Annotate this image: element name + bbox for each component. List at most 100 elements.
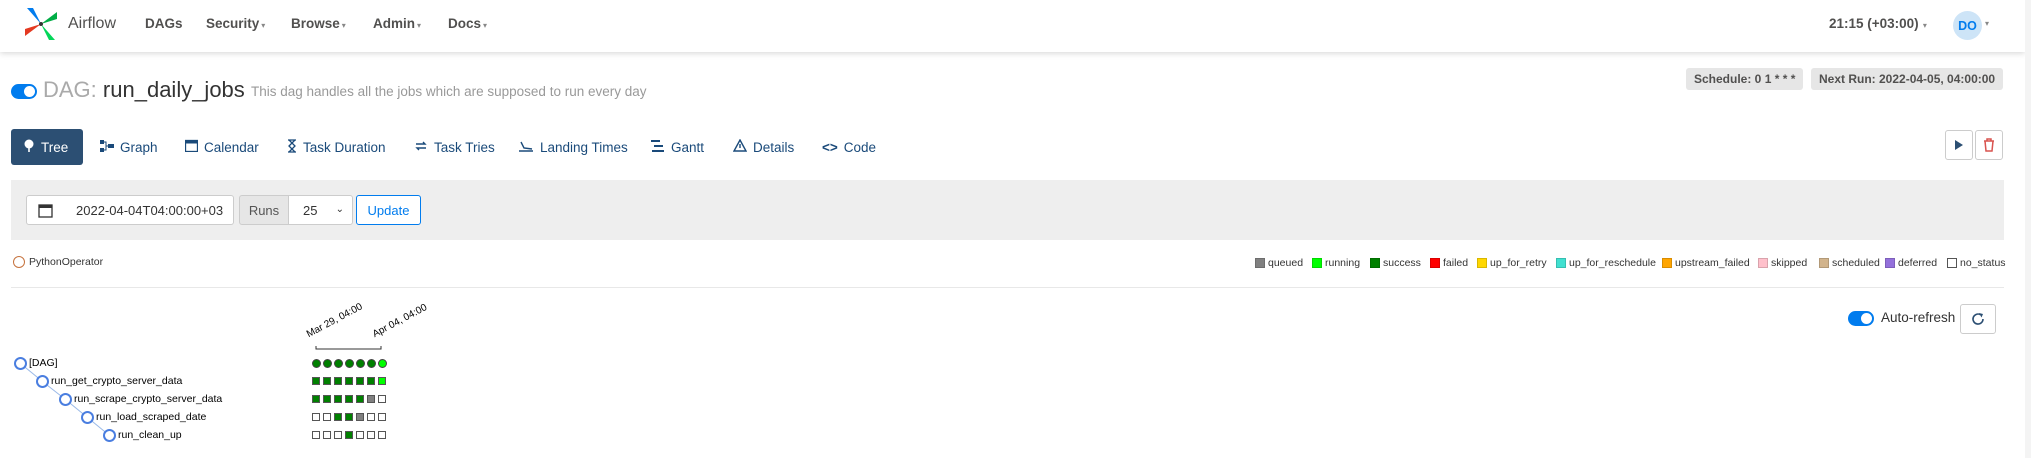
tab-label: Details [753,139,795,155]
page-scrollbar[interactable] [2025,0,2031,458]
task-instance-success[interactable] [334,395,342,403]
legend-item-success[interactable]: success [1370,257,1421,269]
legend-swatch [1430,258,1440,268]
task-instance-no_status[interactable] [378,431,386,439]
toggle-knob [1861,313,1872,324]
task-instance-success[interactable] [345,431,353,439]
refresh-icon [1972,313,1984,325]
task-instance-queued[interactable] [367,395,375,403]
task-instance-no_status[interactable] [367,431,375,439]
tree-node-circle[interactable] [59,393,72,406]
dag-run-circle-success[interactable] [323,359,332,368]
tab-code[interactable]: <> Code [822,129,876,165]
current-time: 21:15 (+03:00) [1829,16,1919,31]
legend-item-up_for_reschedule[interactable]: up_for_reschedule [1556,257,1656,269]
task-instance-success[interactable] [334,413,342,421]
dag-run-circle-success[interactable] [345,359,354,368]
task-instance-no_status[interactable] [367,413,375,421]
legend-item-no_status[interactable]: no_status [1947,257,2006,269]
user-avatar[interactable]: DO [1953,11,1982,40]
task-instance-no_status[interactable] [378,395,386,403]
legend-label: queued [1268,257,1304,269]
legend-swatch [1819,258,1829,268]
legend-swatch [1477,258,1487,268]
timezone-dropdown[interactable]: 21:15 (+03:00) ▾ [1829,16,1927,31]
tree-node-label[interactable]: [DAG] [29,357,58,369]
dag-run-circle-running[interactable] [378,359,387,368]
tree-node-circle[interactable] [36,375,49,388]
tab-task-tries[interactable]: Task Tries [414,129,495,165]
legend-swatch [1556,258,1566,268]
date-range-bracket [315,346,382,350]
task-instance-success[interactable] [367,377,375,385]
warning-triangle-icon [732,138,748,155]
tree-node-label[interactable]: run_load_scraped_date [96,411,206,423]
legend-item-scheduled[interactable]: scheduled [1819,257,1880,269]
retry-icon [414,140,428,155]
task-instance-no_status[interactable] [378,413,386,421]
dag-run-circle-success[interactable] [312,359,321,368]
task-instance-success[interactable] [345,413,353,421]
task-instance-no_status[interactable] [323,431,331,439]
dag-run-circle-success[interactable] [356,359,365,368]
delete-dag-button[interactable] [1975,130,2003,160]
legend-label: success [1383,257,1421,269]
legend-item-running[interactable]: running [1312,257,1360,269]
tree-node-circle[interactable] [14,357,27,370]
task-instance-success[interactable] [345,395,353,403]
legend-label: up_for_reschedule [1569,257,1656,269]
next-run-badge: Next Run: 2022-04-05, 04:00:00 [1811,68,2004,90]
task-instance-no_status[interactable] [312,413,320,421]
legend-swatch [1662,258,1672,268]
chevron-down-icon: ▾ [1920,21,1927,30]
nav-docs-label: Docs [448,16,482,31]
task-instance-no_status[interactable] [323,413,331,421]
tree-node-label[interactable]: run_scrape_crypto_server_data [74,393,222,405]
legend-item-failed[interactable]: failed [1430,257,1468,269]
dag-run-circle-success[interactable] [367,359,376,368]
tree-node-label[interactable]: run_get_crypto_server_data [51,375,182,387]
task-instance-success[interactable] [312,395,320,403]
task-instance-no_status[interactable] [312,431,320,439]
auto-refresh-toggle[interactable] [1848,311,1874,326]
landing-icon [518,140,534,155]
schedule-badge: Schedule: 0 1 * * * [1686,68,1804,90]
chevron-down-icon[interactable]: ▾ [1985,19,1989,28]
legend-label: deferred [1898,257,1938,269]
tree-node-label[interactable]: run_clean_up [118,429,182,441]
legend-item-queued[interactable]: queued [1255,257,1303,269]
tab-gantt[interactable]: Gantt [651,129,704,165]
task-instance-no_status[interactable] [334,431,342,439]
legend-item-upstream_failed[interactable]: upstream_failed [1662,257,1750,269]
legend-swatch [1758,258,1768,268]
tab-label: Landing Times [540,139,628,155]
tab-label: Code [843,139,877,155]
task-instance-success[interactable] [356,377,364,385]
auto-refresh-label: Auto-refresh [1881,310,1956,325]
legend-item-up_for_retry[interactable]: up_for_retry [1477,257,1547,269]
tab-landing-times[interactable]: Landing Times [518,129,628,165]
nav-docs[interactable]: Docs ▾ [448,16,487,31]
task-instance-success[interactable] [312,377,320,385]
legend-item-skipped[interactable]: skipped [1758,257,1807,269]
dag-run-circle-success[interactable] [334,359,343,368]
legend-label: up_for_retry [1490,257,1547,269]
task-instance-success[interactable] [334,377,342,385]
legend-label: upstream_failed [1675,257,1750,269]
task-instance-success[interactable] [345,377,353,385]
trigger-dag-button[interactable] [1945,130,1973,160]
tab-details[interactable]: Details [732,129,795,165]
legend-item-deferred[interactable]: deferred [1885,257,1937,269]
task-instance-running[interactable] [378,377,386,385]
tab-label: Gantt [671,139,705,155]
legend-swatch [1885,258,1895,268]
gantt-icon [651,139,665,155]
tree-node-circle[interactable] [81,411,94,424]
task-instance-no_status[interactable] [356,431,364,439]
task-instance-success[interactable] [323,395,331,403]
tree-node-circle[interactable] [103,429,116,442]
task-instance-success[interactable] [356,395,364,403]
task-instance-success[interactable] [323,377,331,385]
refresh-button[interactable] [1960,304,1996,334]
task-instance-queued[interactable] [356,413,364,421]
